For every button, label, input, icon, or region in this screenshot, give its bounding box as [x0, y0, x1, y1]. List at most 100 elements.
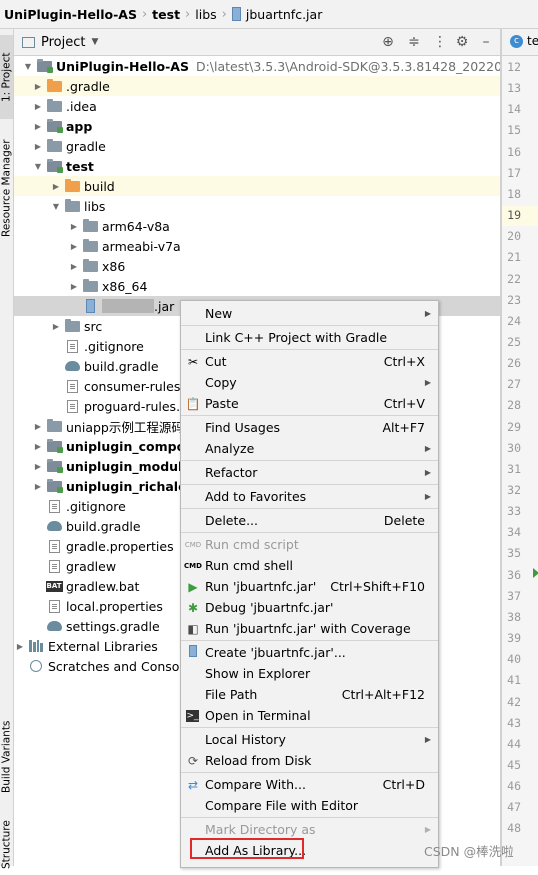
menu-item-new[interactable]: New ▶: [181, 303, 438, 324]
menu-label: New: [205, 306, 233, 321]
tree-label: libs: [84, 198, 106, 214]
chevron-right-icon[interactable]: ▶: [68, 242, 80, 251]
scissors-icon: ✂: [187, 354, 199, 369]
tab-project[interactable]: 1: Project: [0, 35, 13, 119]
submenu-arrow-icon: ▶: [424, 492, 431, 501]
menu-item-paste[interactable]: 📋 Paste Ctrl+V: [181, 393, 438, 414]
chevron-right-icon[interactable]: ▶: [32, 442, 44, 451]
breadcrumb-libs[interactable]: libs: [191, 7, 220, 22]
chevron-right-icon[interactable]: ▶: [14, 642, 26, 651]
line-number: 24: [507, 313, 521, 328]
menu-item-link-cpp[interactable]: Link C++ Project with Gradle: [181, 327, 438, 348]
locate-icon[interactable]: ⊕: [380, 34, 396, 50]
tree-row-arm64[interactable]: ▶ arm64-v8a: [14, 216, 500, 236]
project-view-selector[interactable]: Project: [41, 35, 85, 50]
tree-row-x86-64[interactable]: ▶ x86_64: [14, 276, 500, 296]
menu-item-run-cmd-shell[interactable]: CMD Run cmd shell: [181, 555, 438, 576]
tab-resource-manager[interactable]: Resource Manager: [0, 123, 13, 253]
chevron-right-icon[interactable]: ▶: [32, 462, 44, 471]
hide-icon[interactable]: –: [478, 34, 494, 50]
menu-item-show-explorer[interactable]: Show in Explorer: [181, 663, 438, 684]
line-number: 36: [507, 567, 521, 582]
menu-item-delete[interactable]: Delete... Delete: [181, 510, 438, 531]
menu-separator: [181, 640, 438, 641]
line-number: 26: [507, 356, 521, 371]
chevron-down-icon[interactable]: ▼: [91, 37, 98, 47]
gear-icon[interactable]: ⚙: [454, 34, 470, 50]
chevron-right-icon[interactable]: ▶: [32, 122, 44, 131]
chevron-right-icon[interactable]: ▶: [50, 182, 62, 191]
menu-shortcut: Ctrl+X: [383, 354, 425, 369]
chevron-right-icon[interactable]: ▶: [32, 102, 44, 111]
breadcrumb-test[interactable]: test: [148, 7, 184, 22]
chevron-right-icon[interactable]: ▶: [68, 282, 80, 291]
tree-row-libs[interactable]: ▼ libs: [14, 196, 500, 216]
project-panel-header: Project ▼ ⊕ ≑ ⋮ ⚙ –: [14, 29, 500, 56]
menu-item-find-usages[interactable]: Find Usages Alt+F7: [181, 417, 438, 438]
tree-row-x86[interactable]: ▶ x86: [14, 256, 500, 276]
menu-item-add-favorites[interactable]: Add to Favorites ▶: [181, 486, 438, 507]
menu-label: Delete...: [205, 513, 258, 528]
line-number: 39: [507, 631, 521, 646]
menu-item-open-terminal[interactable]: >_ Open in Terminal: [181, 705, 438, 726]
menu-item-run[interactable]: ▶ Run 'jbuartnfc.jar' Ctrl+Shift+F10: [181, 576, 438, 597]
menu-item-cut[interactable]: ✂ Cut Ctrl+X: [181, 351, 438, 372]
module-folder-icon: [46, 478, 63, 493]
tree-label: uniplugin_module: [66, 458, 191, 474]
menu-item-compare-editor[interactable]: Compare File with Editor: [181, 795, 438, 816]
chevron-right-icon[interactable]: ▶: [68, 222, 80, 231]
menu-item-analyze[interactable]: Analyze ▶: [181, 438, 438, 459]
tree-label: .gradle: [66, 78, 110, 94]
menu-item-run-coverage[interactable]: ◧ Run 'jbuartnfc.jar' with Coverage: [181, 618, 438, 639]
tree-label: app: [66, 118, 93, 134]
menu-item-create[interactable]: Create 'jbuartnfc.jar'...: [181, 642, 438, 663]
scratches-icon: [28, 659, 44, 673]
chevron-right-icon[interactable]: ▶: [50, 322, 62, 331]
tree-row-armeabi[interactable]: ▶ armeabi-v7a: [14, 236, 500, 256]
tree-label: consumer-rules: [84, 378, 181, 394]
menu-item-debug[interactable]: ✱ Debug 'jbuartnfc.jar': [181, 597, 438, 618]
module-folder-icon: [46, 158, 63, 173]
chevron-right-icon[interactable]: ▶: [32, 82, 44, 91]
menu-item-file-path[interactable]: File Path Ctrl+Alt+F12: [181, 684, 438, 705]
tree-label: test: [66, 158, 94, 174]
tree-row-gradle[interactable]: ▶ gradle: [14, 136, 500, 156]
menu-separator: [181, 508, 438, 509]
chevron-down-icon[interactable]: ▼: [22, 62, 34, 71]
breadcrumb-project[interactable]: UniPlugin-Hello-AS: [0, 7, 141, 22]
menu-shortcut: Ctrl+V: [383, 396, 425, 411]
menu-item-compare-with[interactable]: ⇄ Compare With... Ctrl+D: [181, 774, 438, 795]
chevron-down-icon[interactable]: ▼: [50, 202, 62, 211]
menu-item-copy[interactable]: Copy ▶: [181, 372, 438, 393]
menu-label: Compare File with Editor: [205, 798, 359, 813]
line-number: 17: [507, 165, 521, 180]
tab-build-variants-label: Build Variants: [0, 720, 13, 794]
tree-row-test[interactable]: ▼ test: [14, 156, 500, 176]
line-number: 29: [507, 419, 521, 434]
breadcrumb-file[interactable]: jbuartnfc.jar: [228, 7, 326, 22]
chevron-right-icon[interactable]: ▶: [68, 262, 80, 271]
chevron-right-icon[interactable]: ▶: [32, 142, 44, 151]
chevron-down-icon[interactable]: ▼: [32, 162, 44, 171]
editor-tab[interactable]: c te: [510, 34, 538, 48]
folder-icon: [82, 218, 98, 233]
tree-row-app[interactable]: ▶ app: [14, 116, 500, 136]
menu-item-reload[interactable]: ⟳ Reload from Disk: [181, 750, 438, 771]
more-icon[interactable]: ⋮: [432, 34, 448, 50]
menu-item-refactor[interactable]: Refactor ▶: [181, 462, 438, 483]
breadcrumb-file-label: jbuartnfc.jar: [245, 6, 323, 22]
run-gutter-icon[interactable]: [533, 567, 538, 578]
chevron-right-icon[interactable]: ▶: [32, 482, 44, 491]
tree-row-idea[interactable]: ▶ .idea: [14, 96, 500, 116]
tab-structure[interactable]: Structure: [0, 815, 13, 875]
tab-build-variants[interactable]: Build Variants: [0, 709, 13, 805]
coverage-icon: ◧: [187, 621, 199, 636]
menu-item-local-history[interactable]: Local History ▶: [181, 729, 438, 750]
tree-row-gradle-dot[interactable]: ▶ .gradle: [14, 76, 500, 96]
collapse-all-icon[interactable]: ≑: [406, 34, 422, 50]
tab-structure-label: Structure: [0, 820, 13, 870]
chevron-right-icon[interactable]: ▶: [32, 422, 44, 431]
tree-row-build[interactable]: ▶ build: [14, 176, 500, 196]
line-number: 25: [507, 334, 521, 349]
tree-row-root[interactable]: ▼ UniPlugin-Hello-AS D:\latest\3.5.3\And…: [14, 56, 500, 76]
